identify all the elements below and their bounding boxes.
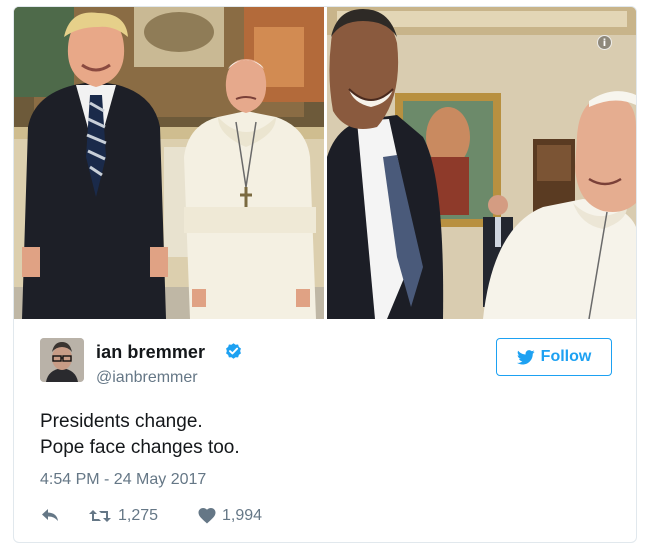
tweet-text-line: Presidents change. xyxy=(40,411,203,432)
like-count: 1,994 xyxy=(222,507,263,524)
user-name[interactable]: ian bremmer xyxy=(96,342,205,363)
tweet-timestamp[interactable]: 4:54 PM - 24 May 2017 xyxy=(40,471,206,489)
tweet-media[interactable]: i xyxy=(14,7,636,319)
retweet-count: 1,275 xyxy=(118,507,159,524)
like-button[interactable]: 1,994 xyxy=(198,507,262,525)
retweet-button[interactable]: 1,275 xyxy=(88,507,158,525)
reply-button[interactable] xyxy=(40,507,60,523)
retweet-icon xyxy=(89,510,111,522)
tweet-actions: 1,275 1,994 xyxy=(40,507,340,527)
follow-button[interactable]: Follow xyxy=(496,338,612,376)
reply-icon xyxy=(42,509,58,521)
embedded-tweet-card: i ian bremmer @ianbremmer Follow Preside… xyxy=(13,6,637,543)
photo-left[interactable] xyxy=(14,7,324,319)
twitter-bird-icon xyxy=(516,349,535,364)
tweet-text: Presidents change. Pope face changes too… xyxy=(40,409,600,461)
user-handle[interactable]: @ianbremmer xyxy=(96,369,198,387)
avatar[interactable] xyxy=(40,338,84,382)
photo-right[interactable]: i xyxy=(327,7,636,319)
heart-icon xyxy=(198,508,216,524)
verified-badge-icon xyxy=(226,343,241,359)
info-icon[interactable]: i xyxy=(597,35,612,50)
tweet-text-line: Pope face changes too. xyxy=(40,437,240,458)
follow-label: Follow xyxy=(540,348,592,365)
